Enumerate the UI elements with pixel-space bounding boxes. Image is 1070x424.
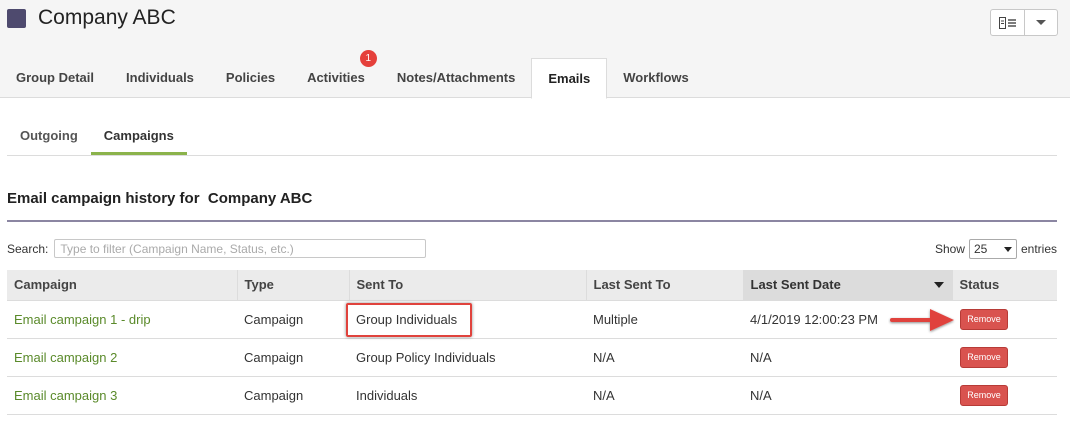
chevron-down-icon <box>1003 246 1012 252</box>
campaign-history-table: Campaign Type Sent To Last Sent To Last … <box>7 270 1057 415</box>
subtab-campaigns[interactable]: Campaigns <box>90 117 187 155</box>
subtab-outgoing[interactable]: Outgoing <box>7 117 91 155</box>
tab-label: Emails <box>548 71 591 86</box>
last-sent-date-cell: N/A <box>743 338 952 377</box>
sent-to-cell: Group Policy Individuals <box>349 338 586 377</box>
entries-label: entries <box>1020 242 1057 256</box>
last-sent-to-cell: N/A <box>586 376 743 415</box>
search-row: Search: <box>7 239 427 258</box>
column-header-last-sent-to[interactable]: Last Sent To <box>585 270 744 301</box>
company-logo <box>7 9 26 28</box>
tab-label: Workflows <box>623 70 689 85</box>
view-dropdown-button[interactable] <box>1024 10 1057 35</box>
chevron-down-icon <box>1036 20 1046 25</box>
column-header-campaign[interactable]: Campaign <box>7 270 238 301</box>
tab-emails[interactable]: Emails <box>531 58 608 99</box>
campaign-link[interactable]: Email campaign 2 <box>14 350 117 365</box>
campaign-link[interactable]: Email campaign 1 - drip <box>14 312 151 327</box>
remove-button[interactable]: Remove <box>960 384 1008 406</box>
column-header-sent-to[interactable]: Sent To <box>348 270 587 301</box>
column-header-type[interactable]: Type <box>236 270 350 301</box>
view-toggle-button[interactable] <box>991 10 1024 35</box>
sub-tab-bar: Outgoing Campaigns <box>7 117 1057 156</box>
tab-activities[interactable]: Activities 1 <box>291 50 381 98</box>
show-label: Show <box>934 242 965 256</box>
table-row: Email campaign 3 Campaign Individuals N/… <box>7 376 1057 415</box>
column-header-last-sent-date[interactable]: Last Sent Date <box>742 270 953 301</box>
tab-label: Policies <box>225 70 276 85</box>
main-tab-bar: Group Detail Individuals Policies Activi… <box>0 50 705 99</box>
subtab-label: Outgoing <box>20 128 78 143</box>
annotation-arrow-icon <box>890 309 954 331</box>
page-size-value: 25 <box>973 242 988 256</box>
page-size-select[interactable]: 25 <box>968 239 1017 259</box>
tab-group-detail[interactable]: Group Detail <box>0 58 110 98</box>
remove-button[interactable]: Remove <box>960 308 1008 330</box>
column-header-status[interactable]: Status <box>951 270 1057 301</box>
sort-descending-icon <box>933 282 944 288</box>
view-options-button-group <box>990 9 1058 36</box>
tab-label: Group Detail <box>16 70 95 85</box>
page-title: Company ABC <box>38 6 176 29</box>
notification-badge: 1 <box>359 50 377 67</box>
table-row: Email campaign 2 Campaign Group Policy I… <box>7 338 1057 377</box>
campaign-link[interactable]: Email campaign 3 <box>14 388 117 403</box>
tab-individuals[interactable]: Individuals <box>110 58 210 98</box>
section-divider <box>7 220 1057 222</box>
type-cell: Campaign <box>237 338 349 377</box>
section-title: Email campaign history for Company ABC <box>7 190 313 207</box>
search-input[interactable] <box>54 239 427 258</box>
tab-label: Individuals <box>126 70 194 85</box>
last-sent-date-cell: N/A <box>743 376 952 415</box>
sent-to-cell: Group Individuals <box>349 300 586 339</box>
table-header-row: Campaign Type Sent To Last Sent To Last … <box>7 270 1057 301</box>
search-label: Search: <box>7 241 49 256</box>
sent-to-cell: Individuals <box>349 376 586 415</box>
tab-workflows[interactable]: Workflows <box>607 58 705 98</box>
page-size-control: Show 25 entries <box>935 239 1057 259</box>
last-sent-to-cell: N/A <box>586 338 743 377</box>
tab-label: Notes/Attachments <box>396 70 516 85</box>
tab-policies[interactable]: Policies <box>210 58 291 98</box>
subtab-label: Campaigns <box>103 128 174 143</box>
tab-label: Activities <box>307 70 365 85</box>
last-sent-to-cell: Multiple <box>586 300 743 339</box>
remove-button[interactable]: Remove <box>960 346 1008 368</box>
page-header: Company ABC Group Detail Individuals Pol… <box>0 0 1070 99</box>
column-header-label: Last Sent Date <box>750 277 841 293</box>
type-cell: Campaign <box>237 376 349 415</box>
tab-notes-attachments[interactable]: Notes/Attachments <box>381 58 531 98</box>
type-cell: Campaign <box>237 300 349 339</box>
document-list-icon <box>998 16 1016 29</box>
